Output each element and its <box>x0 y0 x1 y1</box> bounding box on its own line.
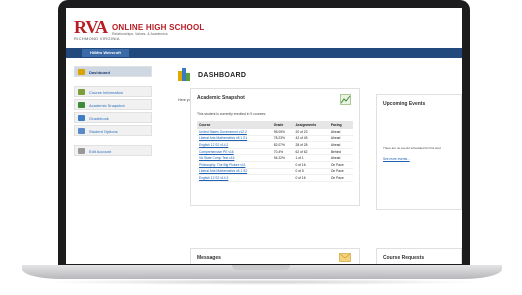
no-events-text: There are no events scheduled for this s… <box>383 146 441 150</box>
grade-cell: 78.23% <box>271 135 294 143</box>
course-requests-panel: Course Requests <box>376 248 462 264</box>
school-subtitle: Relationships. Values. & Academics <box>112 32 168 36</box>
sidebar-item-dashboard[interactable]: Dashboard <box>74 66 152 77</box>
sidebar-item-student-options[interactable]: Student Options <box>74 125 152 136</box>
column-header: Assignments <box>293 121 329 129</box>
panel-title: Upcoming Events <box>383 101 426 107</box>
sidebar-item-label: Edit Account <box>89 149 112 154</box>
column-header: Course <box>197 121 272 129</box>
laptop-screen: RVA RICHMOND VIRGINIA ONLINE HIGH SCHOOL… <box>66 8 462 264</box>
sidebar-item-label: Dashboard <box>89 70 110 75</box>
chart-icon <box>78 102 85 108</box>
sidebar-item-academic-snapshot[interactable]: Academic Snapshot <box>74 99 152 110</box>
grade-cell: 94.22% <box>271 154 294 162</box>
pacing-cell: Behind <box>328 148 353 156</box>
table-row: Liberal Arts Mathematics v8.1 S1 78.23% 42… <box>197 135 353 143</box>
chart-icon <box>340 94 351 105</box>
sidebar: Dashboard Course Information Academic Sn… <box>74 66 152 158</box>
table-row: Philosophy: The Big Picture v11 0 of 16 On… <box>197 161 353 169</box>
laptop-notch <box>232 265 290 270</box>
column-header: Pacing <box>328 121 353 129</box>
user-icon <box>78 128 85 134</box>
sidebar-item-label: Course Information <box>89 90 124 95</box>
course-link[interactable]: English 12 S2 v14.2 <box>197 141 272 149</box>
grade-cell <box>271 168 294 176</box>
courses-table: Course Grade Assignments Pacing United S… <box>197 121 353 182</box>
sidebar-item-course-information[interactable]: Course Information <box>74 86 152 97</box>
course-link[interactable]: Comprehensive PE v16 <box>197 148 272 156</box>
sidebar-item-label: Gradebook <box>89 116 109 121</box>
course-link[interactable]: Liberal Arts Mathematics v8.1 S1 <box>197 135 272 143</box>
sidebar-item-edit-account[interactable]: Edit Account <box>74 145 152 156</box>
course-link[interactable]: VA State Comp Test v16 <box>197 154 272 162</box>
table-row: English 12 S2 v14.2 82.07% 28 of 28 Ahead <box>197 141 353 149</box>
assignments-cell: 42 of 45 <box>293 135 329 143</box>
table-row: Comprehensive PE v16 70.4% 62 of 62 Behind <box>197 148 353 156</box>
sidebar-item-label: Student Options <box>89 129 118 134</box>
page-title: DASHBOARD <box>198 72 247 79</box>
assignments-cell: 1 of 1 <box>293 154 329 162</box>
pacing-cell: On Pace <box>328 174 353 182</box>
panel-title: Course Requests <box>383 255 425 261</box>
pacing-cell: On Pace <box>328 161 353 169</box>
assignments-cell: 0 of 16 <box>293 174 329 182</box>
pacing-cell: On Pace <box>328 168 353 176</box>
school-logo[interactable]: RVA <box>74 18 108 36</box>
course-link[interactable]: Liberal Arts Mathematics v8.1 S2 <box>197 168 272 176</box>
panel-title: Messages <box>197 255 221 261</box>
enrolled-text: This student is currently enrolled in 9 … <box>197 112 266 116</box>
upcoming-events-panel: Upcoming Events There are no events sche… <box>376 94 462 210</box>
dashboard-icon <box>178 68 190 81</box>
table-row: Liberal Arts Mathematics v8.1 S2 0 of 5 On… <box>197 168 353 176</box>
assignments-cell: 28 of 28 <box>293 141 329 149</box>
grade-cell: 70.4% <box>271 148 294 156</box>
laptop-shadow <box>40 279 485 285</box>
course-link[interactable]: English 12 S2 v14.3 <box>197 174 272 182</box>
grade-cell <box>271 161 294 169</box>
assignments-cell: 0 of 16 <box>293 161 329 169</box>
school-title: ONLINE HIGH SCHOOL <box>112 23 205 32</box>
pacing-cell: Ahead <box>328 154 353 162</box>
welcome-tab[interactable]: Hi/Mrs Weircroft <box>82 49 129 57</box>
pacing-cell: Ahead <box>328 135 353 143</box>
edit-icon <box>78 148 85 154</box>
assignments-cell: 0 of 5 <box>293 168 329 176</box>
envelope-icon <box>339 253 351 262</box>
course-link[interactable]: Philosophy: The Big Picture v11 <box>197 161 272 169</box>
messages-panel: Messages <box>190 248 360 264</box>
people-icon <box>78 89 85 95</box>
site-header: RVA RICHMOND VIRGINIA ONLINE HIGH SCHOOL… <box>66 8 462 48</box>
academic-snapshot-panel: Academic Snapshot This student is curren… <box>190 88 360 206</box>
dashboard-icon <box>78 69 85 75</box>
sidebar-item-gradebook[interactable]: Gradebook <box>74 112 152 123</box>
panel-title: Academic Snapshot <box>197 95 245 101</box>
column-header: Grade <box>271 121 294 129</box>
see-more-events-link[interactable]: See more events... <box>383 157 410 161</box>
table-row: VA State Comp Test v16 94.22% 1 of 1 Ahead <box>197 154 353 162</box>
pacing-cell: Ahead <box>328 141 353 149</box>
logo-caption: RICHMOND VIRGINIA <box>74 36 120 41</box>
assignments-cell: 62 of 62 <box>293 148 329 156</box>
table-row: English 12 S2 v14.3 0 of 16 On Pace <box>197 174 353 182</box>
top-navbar: Hi/Mrs Weircroft <box>66 48 462 58</box>
grade-cell <box>271 174 294 182</box>
book-icon <box>78 115 85 121</box>
sidebar-item-label: Academic Snapshot <box>89 103 125 108</box>
grade-cell: 82.07% <box>271 141 294 149</box>
